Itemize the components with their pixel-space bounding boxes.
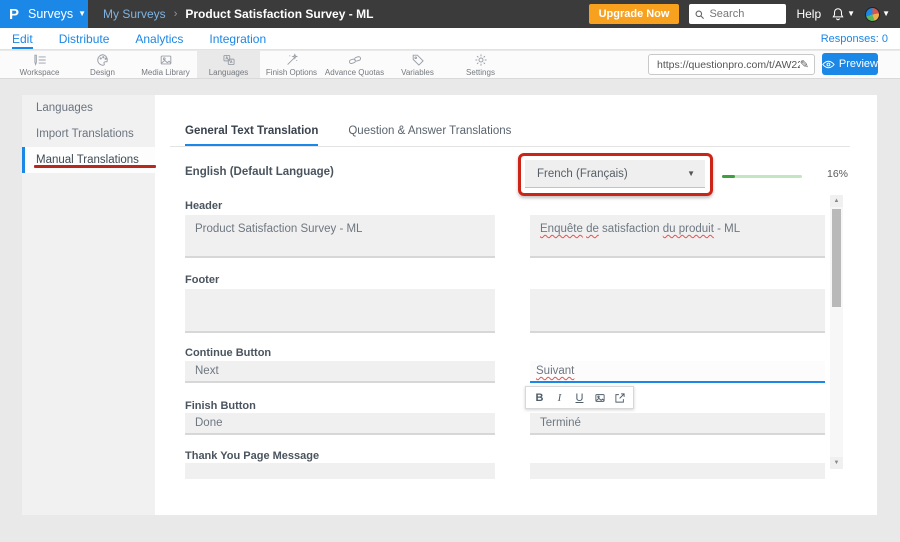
target-language-dropdown[interactable]: French (Français) ▼ [525,160,705,188]
breadcrumb-separator: › [174,8,178,20]
underline-button[interactable]: U [571,389,588,406]
content-card: Languages Import Translations Manual Tra… [22,95,877,515]
eye-icon [822,60,835,69]
translation-tabs: General Text Translation Question & Answ… [185,125,511,146]
chevron-down-icon: ▼ [687,170,695,178]
sidebar-item-import-translations[interactable]: Import Translations [22,121,155,147]
breadcrumb: My Surveys › Product Satisfaction Survey… [103,7,373,21]
target-text-header[interactable]: Enquête de satisfaction du produit - ML [530,215,825,258]
target-text-footer[interactable] [530,289,825,333]
source-text-continue: Next [185,361,495,383]
responses-count[interactable]: Responses: 0 [821,28,900,49]
target-text-continue[interactable]: Suivant [530,361,825,383]
bell-icon [831,7,845,21]
source-text-finish: Done [185,413,495,435]
topbar-right: Upgrade Now Help ▼ ▼ [589,4,900,24]
external-link-icon [614,392,626,404]
app-window: P Surveys ▼ My Surveys › Product Satisfa… [0,0,900,542]
target-text-thank-you[interactable] [530,463,825,479]
nav-distribute[interactable]: Distribute [59,28,110,49]
scrollbar-thumb[interactable] [832,209,841,307]
logo-icon: P [9,6,19,23]
global-search[interactable] [689,4,786,24]
italic-button[interactable]: I [551,389,568,406]
rich-text-toolbar: B I U [525,386,634,409]
field-label-finish-button: Finish Button [185,400,256,412]
variables-icon [411,53,425,67]
insert-image-button[interactable] [591,389,608,406]
questionpro-logo[interactable]: P Surveys ▼ [0,0,88,28]
finish-options-icon [285,53,299,67]
account-menu[interactable]: ▼ [865,7,890,22]
surveys-menu[interactable]: Surveys ▼ [28,7,86,21]
survey-url: https://questionpro.com/t/AW22Zd1S1 [657,59,800,71]
search-input[interactable] [709,8,779,20]
insert-link-button[interactable] [611,389,628,406]
survey-title: Product Satisfaction Survey - ML [185,7,373,21]
top-bar: P Surveys ▼ My Surveys › Product Satisfa… [0,0,900,28]
nav-edit[interactable]: Edit [12,28,33,49]
source-language-label: English (Default Language) [185,166,334,178]
preview-button[interactable]: Preview [822,53,878,75]
avatar [865,7,880,22]
tool-languages[interactable]: Languages [197,51,260,78]
workspace-icon [33,53,47,67]
target-text-finish[interactable]: Terminé [530,413,825,435]
nav-analytics[interactable]: Analytics [135,28,183,49]
notifications-button[interactable]: ▼ [831,7,855,21]
sidebar-item-languages[interactable]: Languages [22,95,155,121]
field-label-thank-you: Thank You Page Message [185,450,319,462]
tool-settings[interactable]: Settings [449,51,512,78]
tab-question-answer-translations[interactable]: Question & Answer Translations [348,125,511,146]
field-label-continue-button: Continue Button [185,347,271,359]
tab-separator [170,146,850,147]
tool-advance-quotas[interactable]: Advance Quotas [323,51,386,78]
source-text-thank-you [185,463,495,479]
tool-variables[interactable]: Variables [386,51,449,78]
tool-workspace[interactable]: Workspace [8,51,71,78]
design-icon [96,53,110,67]
upgrade-now-button[interactable]: Upgrade Now [589,4,680,24]
chevron-down-icon: ▼ [847,10,855,18]
source-text-header: Product Satisfaction Survey - ML [185,215,495,258]
nav-integration[interactable]: Integration [209,28,266,49]
scroll-up-arrow[interactable]: ▲ [830,195,843,207]
advance-quotas-icon [348,53,362,67]
settings-sidebar: Languages Import Translations Manual Tra… [22,95,155,515]
main-nav: Edit Distribute Analytics Integration Re… [0,28,900,50]
translation-progress-bar [722,175,802,178]
image-icon [594,392,606,404]
tool-finish-options[interactable]: Finish Options [260,51,323,78]
sidebar-item-manual-translations[interactable]: Manual Translations [22,147,155,173]
breadcrumb-my-surveys[interactable]: My Surveys [103,7,166,21]
chevron-down-icon: ▼ [882,10,890,18]
translation-progress-fill [722,175,735,178]
source-text-footer [185,289,495,333]
edit-url-icon[interactable]: ✎ [800,58,809,71]
bold-button[interactable]: B [531,389,548,406]
chevron-down-icon: ▼ [78,10,86,18]
search-icon [694,9,705,20]
media-library-icon [159,53,173,67]
translation-progress-label: 16% [827,168,848,180]
field-label-header: Header [185,200,222,212]
languages-icon [222,53,236,67]
settings-icon [474,53,488,67]
survey-url-box[interactable]: https://questionpro.com/t/AW22Zd1S1 ✎ [648,54,815,75]
scroll-down-arrow[interactable]: ▼ [830,457,843,469]
red-annotation-underline [34,165,156,168]
tool-media-library[interactable]: Media Library [134,51,197,78]
vertical-scrollbar[interactable]: ▲ ▼ [830,195,843,469]
tool-design[interactable]: Design [71,51,134,78]
tab-general-text-translation[interactable]: General Text Translation [185,125,318,146]
help-link[interactable]: Help [796,7,821,21]
field-label-footer: Footer [185,274,219,286]
